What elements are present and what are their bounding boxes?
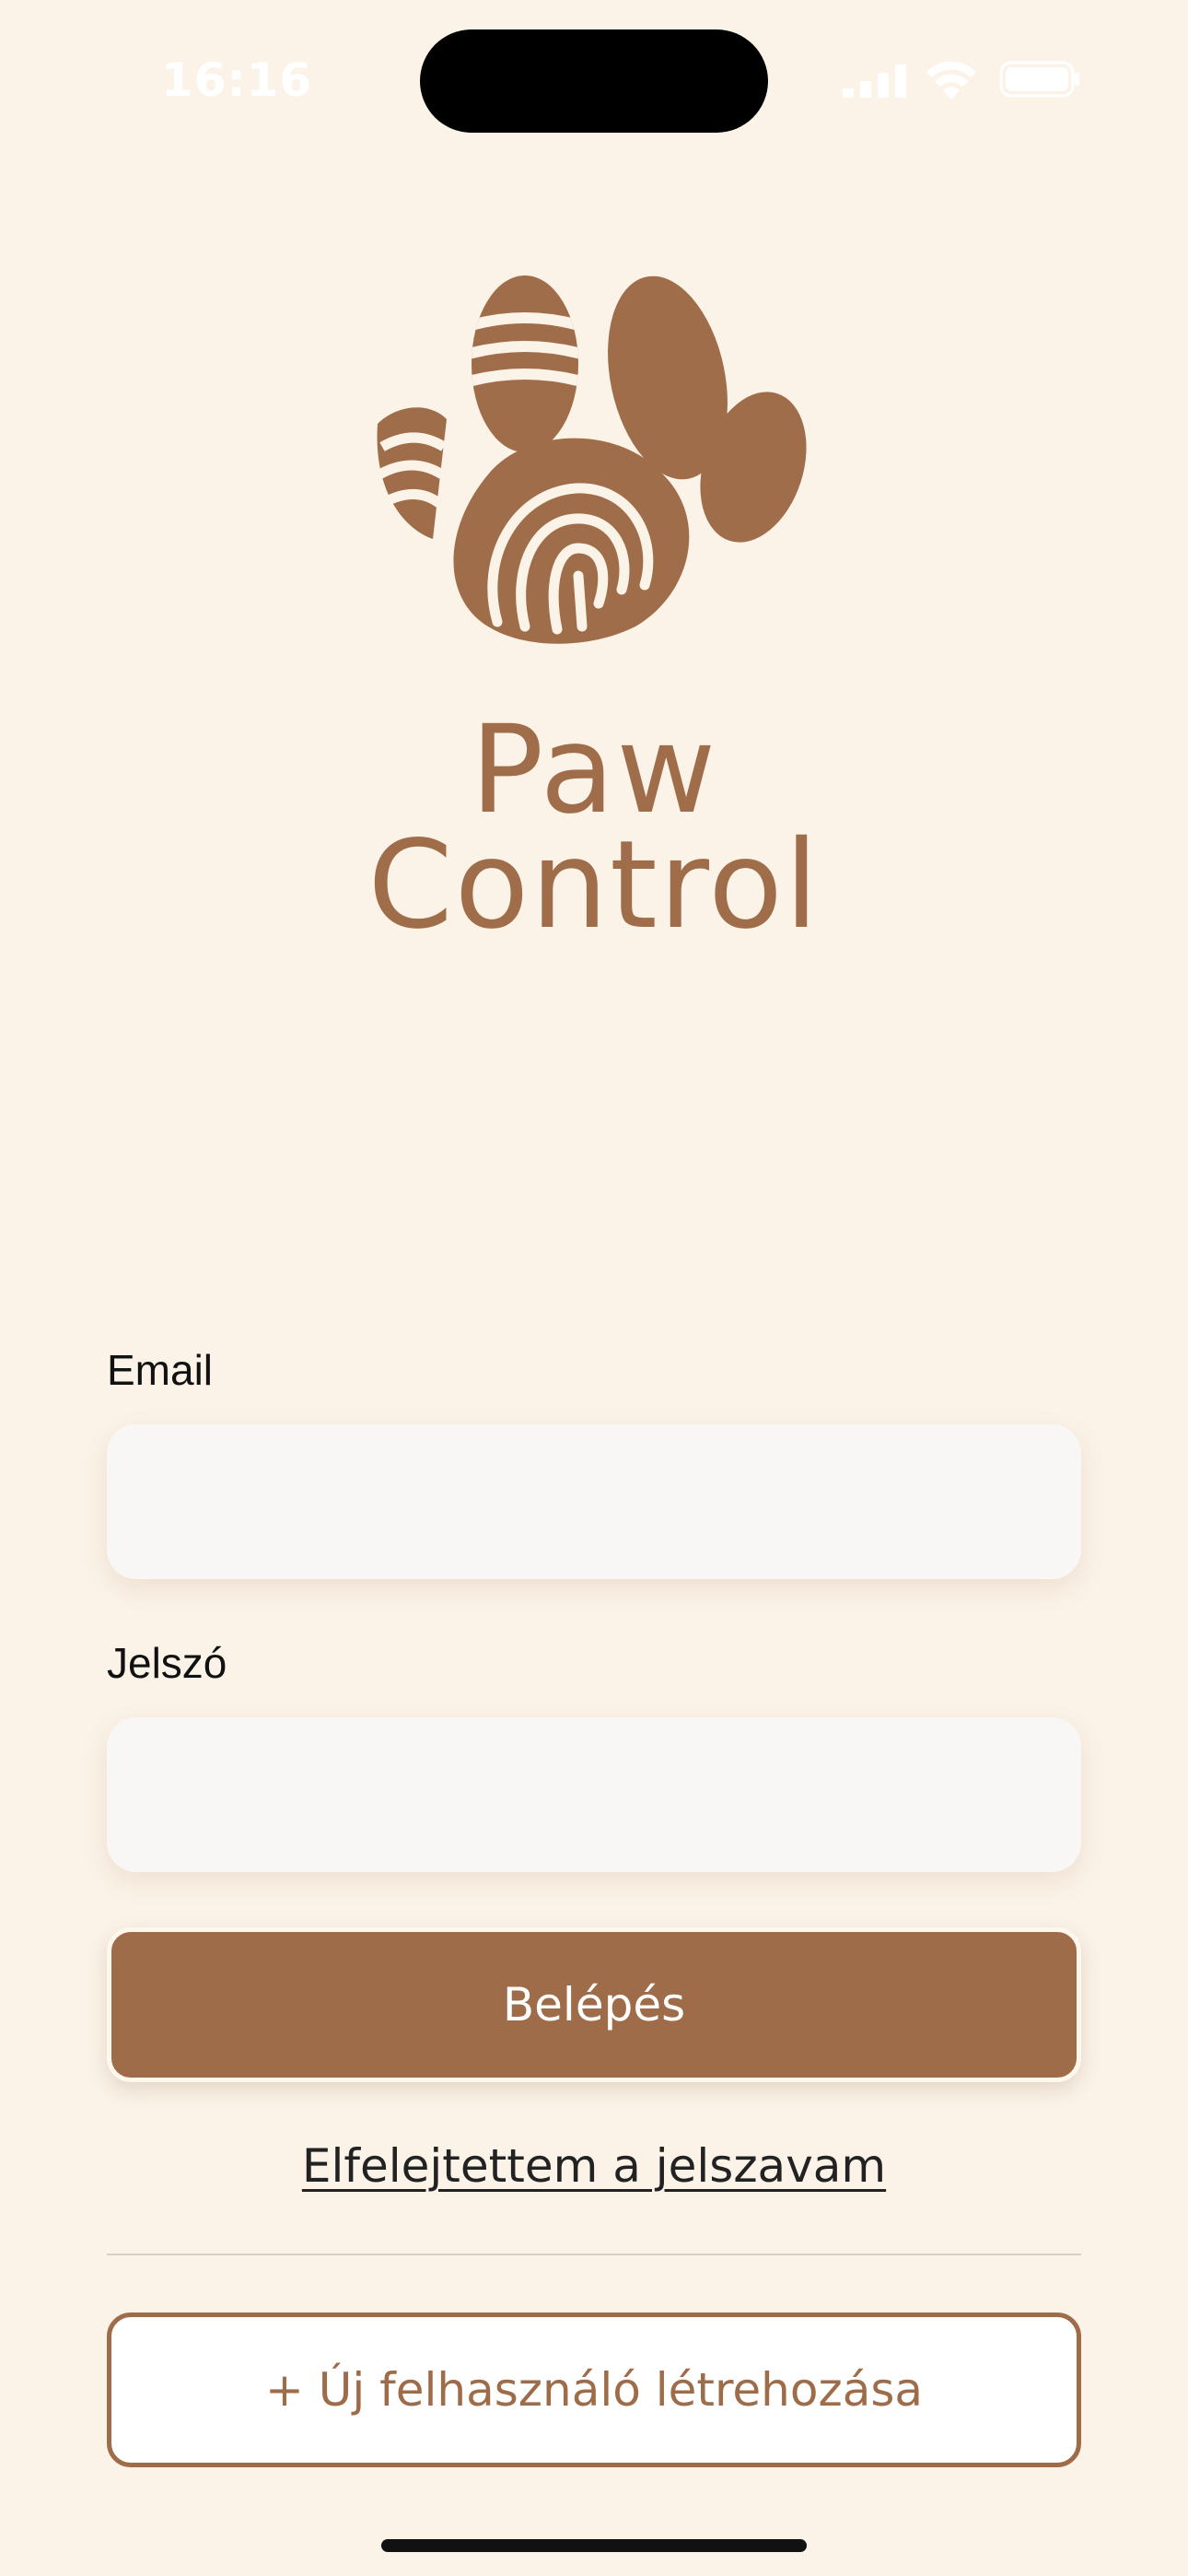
status-time: 16:16 [161,53,313,107]
dynamic-island [420,29,768,133]
status-bar: 16:16 [0,0,1188,157]
email-input[interactable] [107,1424,1081,1579]
wifi-icon [926,61,976,100]
email-label: Email [107,1346,214,1394]
forgot-password-link[interactable]: Elfelejtettem a jelszavam [0,2139,1188,2193]
password-input[interactable] [107,1717,1081,1872]
paw-fingerprint-logo-icon [341,263,847,696]
divider [107,2254,1081,2255]
register-button[interactable]: + Új felhasználó létrehozása [107,2313,1081,2467]
login-button[interactable]: Belépés [107,1927,1081,2082]
home-indicator [381,2539,807,2552]
brand-name-line1: Paw [470,699,718,841]
password-label: Jelszó [107,1639,227,1687]
cellular-signal-icon [843,64,906,98]
battery-icon [1000,61,1079,98]
brand-name-line2: Control [367,814,821,956]
